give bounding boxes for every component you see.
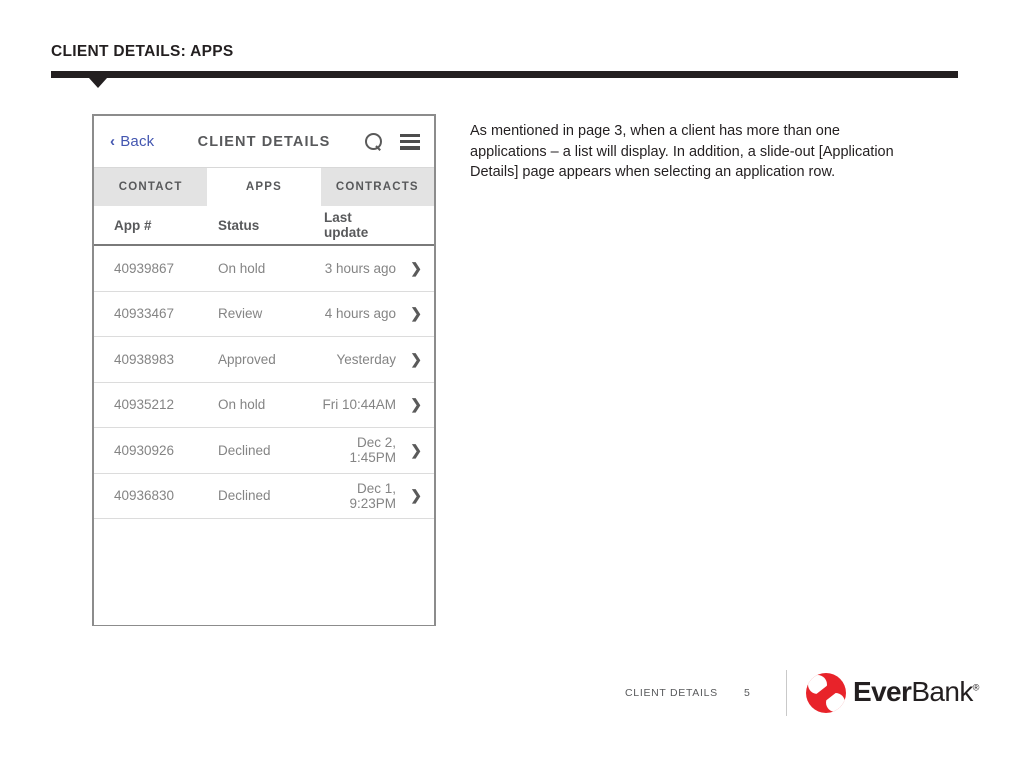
- cell-status: Declined: [218, 442, 271, 458]
- cell-status: Approved: [218, 351, 276, 367]
- empty-list-area: [94, 519, 434, 625]
- cell-status: Declined: [218, 488, 271, 504]
- chevron-right-icon[interactable]: ❯: [396, 487, 422, 504]
- chevron-right-icon[interactable]: ❯: [396, 305, 422, 322]
- tab-contact[interactable]: CONTACT: [94, 168, 208, 206]
- hamburger-line: [400, 133, 420, 137]
- registered-trademark-icon: ®: [972, 682, 980, 693]
- mobile-app-mockup: ‹ Back CLIENT DETAILS CONTACT APPS CONTR…: [92, 114, 436, 626]
- cell-last-update: 4 hours ago: [324, 306, 396, 322]
- description-text: As mentioned in page 3, when a client ha…: [470, 123, 894, 180]
- table-row[interactable]: 40938983 Approved Yesterday ❯: [94, 337, 434, 383]
- cell-app-number: 40939867: [114, 260, 175, 276]
- cell-last-update: Yesterday: [336, 351, 396, 367]
- tab-apps[interactable]: APPS: [207, 168, 321, 206]
- everbank-wordmark: EverBank®: [853, 678, 979, 706]
- footer-section-label: CLIENT DETAILS: [625, 687, 718, 699]
- cell-last-update: 3 hours ago: [324, 260, 396, 276]
- everbank-logo-mark-icon: [806, 673, 846, 713]
- cell-last-update: Dec 1, 9:23PM: [349, 480, 396, 511]
- cell-app-number: 40933467: [114, 306, 175, 322]
- chevron-right-icon[interactable]: ❯: [396, 260, 422, 277]
- table-header-row: App # Status Last update: [94, 206, 434, 246]
- cell-app-number: 40930926: [114, 442, 175, 458]
- cell-status: On hold: [218, 397, 266, 413]
- footer-divider: [786, 670, 787, 716]
- footer-page-number: 5: [744, 687, 750, 699]
- cell-last-update: Fri 10:44AM: [322, 397, 396, 413]
- cell-status: On hold: [218, 260, 266, 276]
- back-button[interactable]: ‹ Back: [110, 133, 154, 150]
- chevron-right-icon[interactable]: ❯: [396, 396, 422, 413]
- table-row[interactable]: 40930926 Declined Dec 2, 1:45PM ❯: [94, 428, 434, 474]
- hamburger-line: [400, 139, 420, 144]
- table-row[interactable]: 40936830 Declined Dec 1, 9:23PM ❯: [94, 474, 434, 519]
- title-rule: [51, 71, 958, 78]
- chevron-right-icon[interactable]: ❯: [396, 351, 422, 368]
- cell-status: Review: [218, 306, 263, 322]
- cell-app-number: 40935212: [114, 397, 175, 413]
- wordmark-ever: Ever: [853, 676, 912, 707]
- title-pointer-triangle: [89, 78, 107, 88]
- cell-last-update: Dec 2, 1:45PM: [349, 435, 396, 466]
- wordmark-bank: Bank: [911, 676, 973, 707]
- hamburger-line: [400, 146, 420, 150]
- logo-swoosh: [810, 679, 842, 707]
- app-bar-actions: [365, 132, 420, 151]
- back-button-label: Back: [120, 133, 155, 150]
- search-icon[interactable]: [365, 132, 383, 151]
- table-row[interactable]: 40933467 Review 4 hours ago ❯: [94, 292, 434, 337]
- hamburger-menu-icon[interactable]: [400, 133, 420, 150]
- table-row[interactable]: 40935212 On hold Fri 10:44AM ❯: [94, 383, 434, 428]
- page-title: CLIENT DETAILS: APPS: [51, 43, 234, 60]
- everbank-logo: EverBank®: [806, 673, 979, 713]
- cell-app-number: 40938983: [114, 351, 175, 367]
- tab-bar: CONTACT APPS CONTRACTS: [94, 168, 434, 206]
- column-header-app-number: App #: [114, 217, 152, 233]
- table-row[interactable]: 40939867 On hold 3 hours ago ❯: [94, 246, 434, 292]
- column-header-status: Status: [218, 217, 260, 233]
- column-header-last-update: Last update: [324, 210, 369, 240]
- chevron-left-icon: ‹: [110, 133, 116, 150]
- chevron-right-icon[interactable]: ❯: [396, 442, 422, 459]
- cell-app-number: 40936830: [114, 488, 175, 504]
- app-bar: ‹ Back CLIENT DETAILS: [94, 116, 434, 168]
- tab-contracts[interactable]: CONTRACTS: [320, 168, 434, 206]
- application-list: 40939867 On hold 3 hours ago ❯ 40933467 …: [94, 246, 434, 625]
